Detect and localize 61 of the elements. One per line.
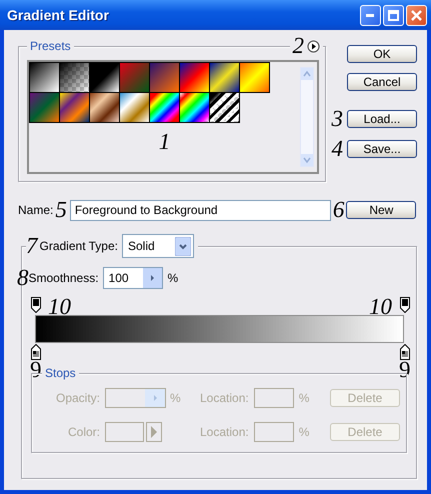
color-stop-icon[interactable] <box>31 344 41 360</box>
smoothness-label: Smoothness: <box>28 270 99 287</box>
callout-number: 6 <box>332 200 344 220</box>
maximize-button[interactable] <box>383 4 404 26</box>
gradient-swatch[interactable] <box>59 92 90 123</box>
percent-label: % <box>298 390 310 407</box>
gradient-swatch[interactable] <box>29 92 60 123</box>
minimize-button[interactable] <box>360 4 381 26</box>
gradient-swatch[interactable] <box>239 62 270 93</box>
gradient-swatch[interactable] <box>209 62 240 93</box>
percent-label: % <box>298 424 310 441</box>
gradient-swatch[interactable] <box>119 92 150 123</box>
dialog-button[interactable]: Load... <box>347 110 417 128</box>
dialog-button[interactable]: OK <box>347 45 417 63</box>
dialog-button[interactable]: Save... <box>347 140 417 158</box>
new-button[interactable]: New <box>346 201 416 219</box>
callout-number: 10 <box>48 297 71 317</box>
callout-number: 3 <box>332 109 343 129</box>
gradient-swatch[interactable] <box>119 62 150 93</box>
gradient-type-label: Gradient Type: <box>40 238 118 255</box>
maximize-icon <box>388 10 399 20</box>
callout-number: 10 <box>369 297 392 317</box>
callout-number: 8 <box>17 268 28 288</box>
gradient-swatch[interactable] <box>59 62 90 93</box>
name-field[interactable]: Foreground to Background <box>70 200 331 220</box>
color-label: Color: <box>66 424 100 441</box>
location-label: Location: <box>200 390 249 407</box>
percent-label: % <box>168 270 178 287</box>
gradient-swatch[interactable] <box>89 92 120 123</box>
gradient-swatch[interactable] <box>89 62 120 93</box>
location-field[interactable] <box>254 422 294 442</box>
minimize-icon <box>366 14 375 16</box>
opacity-stop-icon[interactable] <box>400 297 410 313</box>
location-label: Location: <box>200 424 249 441</box>
close-icon <box>411 10 422 20</box>
gradient-swatch[interactable] <box>209 92 240 123</box>
gradient-bar[interactable] <box>35 315 404 343</box>
gradient-swatch[interactable] <box>149 92 180 123</box>
callout-number: 4 <box>332 139 343 159</box>
opacity-stop-icon[interactable] <box>31 297 41 313</box>
presets-title: Presets <box>27 39 74 53</box>
callout-number: 7 <box>26 236 38 256</box>
percent-label: % <box>170 390 181 407</box>
dialog-button[interactable]: Cancel <box>347 73 417 91</box>
stops-title: Stops <box>42 366 79 380</box>
gradient-swatch[interactable] <box>149 62 180 93</box>
gradient-swatch[interactable] <box>179 62 210 93</box>
window-title: Gradient Editor <box>7 6 110 24</box>
dropdown-arrow-icon[interactable] <box>175 236 191 256</box>
callout-number: 1 <box>158 132 170 152</box>
color-stop-icon[interactable] <box>400 344 410 360</box>
callout-number: 5 <box>55 200 67 220</box>
close-button[interactable] <box>406 4 427 26</box>
location-field[interactable] <box>254 388 294 408</box>
gradient-swatch[interactable] <box>29 62 60 93</box>
name-label: Name: <box>18 202 54 219</box>
gradient-swatch[interactable] <box>179 92 210 123</box>
opacity-label: Opacity: <box>54 390 100 407</box>
callout-number: 2 <box>292 36 304 56</box>
smoothness-field[interactable]: 100 <box>102 267 163 289</box>
gradient-type-dropdown[interactable]: Solid <box>122 234 194 258</box>
